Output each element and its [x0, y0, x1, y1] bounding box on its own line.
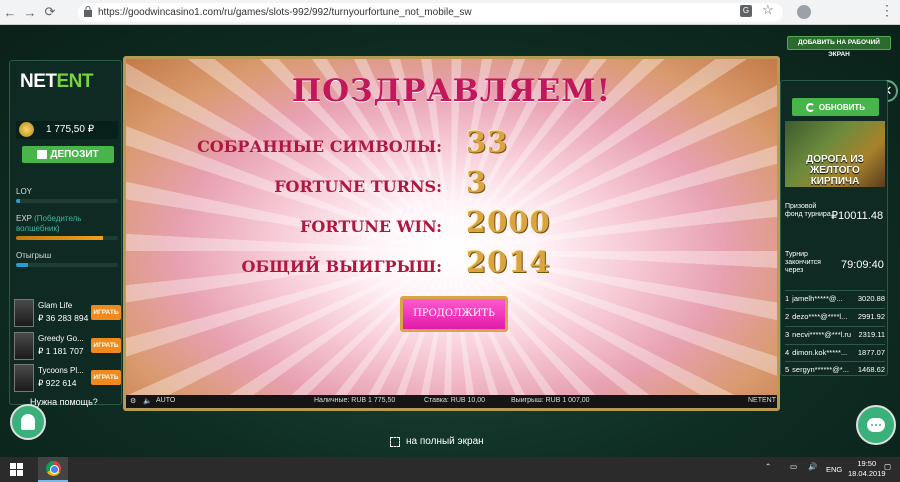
- game-name: Tycoons Pl...: [38, 366, 84, 375]
- leader-row: 2 dezo****@****l... 2991.92: [785, 308, 885, 324]
- game-name: Glam Life: [38, 301, 73, 310]
- leader-row: 4 dimon.kok*****... 1877.07: [785, 344, 885, 360]
- tray-up-icon[interactable]: ⌃: [765, 462, 771, 471]
- stat-value: 2014: [466, 245, 551, 279]
- win-label: Выигрыш: RUB 1 007,00: [511, 397, 590, 404]
- wallet-icon: [37, 150, 48, 159]
- help-link[interactable]: Нужна помощь?: [30, 397, 98, 407]
- browser-toolbar: ← → ⟳ https://goodwincasino1.com/ru/game…: [0, 0, 900, 25]
- game-jackpot: ₽ 922 614: [38, 378, 77, 388]
- forward-icon[interactable]: →: [20, 0, 40, 25]
- game-thumbnail[interactable]: [14, 299, 34, 327]
- game-item: Greedy Go... ₽ 1 181 707 ИГРАТЬ: [13, 331, 121, 361]
- ends-label: Турнир закончится через: [785, 251, 821, 274]
- volume-icon[interactable]: 🔊: [808, 462, 817, 471]
- light-rays: [126, 59, 777, 408]
- bet-label: Ставка: RUB 10,00: [424, 397, 486, 404]
- add-to-desktop-button[interactable]: ДОБАВИТЬ НА РАБОЧИЙ ЭКРАН: [787, 36, 891, 58]
- ends-value: 79:09:40: [841, 259, 884, 271]
- congrats-title: ПОЗДРАВЛЯЕМ!: [291, 73, 612, 109]
- stat-label: СОБРАННЫЕ СИМВОЛЫ:: [197, 137, 442, 156]
- fullscreen-label: на полный экран: [406, 436, 484, 447]
- continue-button[interactable]: ПРОДОЛЖИТЬ: [400, 296, 508, 332]
- game-frame: ПОЗДРАВЛЯЕМ! СОБРАННЫЕ СИМВОЛЫ: 33 FORTU…: [123, 56, 780, 411]
- cash-label: Наличные: RUB 1 775,50: [314, 397, 396, 404]
- play-button[interactable]: ИГРАТЬ: [91, 338, 121, 353]
- exp-label: EXP (Победитель волшебник): [16, 214, 82, 233]
- deposit-button[interactable]: ДЕПОЗИТ: [22, 146, 114, 163]
- reload-icon[interactable]: ⟳: [40, 0, 60, 25]
- profile-avatar[interactable]: [797, 5, 811, 19]
- url-text: https://goodwincasino1.com/ru/games/slot…: [98, 7, 472, 18]
- game-jackpot: ₽ 36 283 894: [38, 313, 89, 323]
- loy-label: LOY: [16, 187, 33, 196]
- back-icon[interactable]: ←: [0, 0, 20, 25]
- notification-bell-icon[interactable]: [10, 404, 46, 440]
- game-thumbnail[interactable]: [14, 332, 34, 360]
- balance-box: 1 775,50 ₽: [16, 121, 118, 139]
- leader-row: 1 jamelh*****@... 3020.88: [785, 290, 885, 306]
- leader-row: 3 necvi*****@***l.ru 2319.11: [785, 326, 885, 342]
- refresh-label: ОБНОВИТЬ: [818, 102, 866, 112]
- leader-row: 5 sergyn******@*... 1468.62: [785, 361, 885, 377]
- game-status-bar: ⚙ 🔈 AUTO Наличные: RUB 1 775,50 Ставка: …: [126, 395, 777, 408]
- chat-icon[interactable]: [856, 405, 896, 445]
- loy-meter: [16, 199, 118, 203]
- refresh-button[interactable]: ОБНОВИТЬ: [792, 98, 879, 116]
- auto-label[interactable]: AUTO: [156, 397, 175, 404]
- prize-label: Призовой фонд турнира: [785, 203, 831, 218]
- bookmark-star-icon[interactable]: ☆: [762, 2, 774, 18]
- game-item: Glam Life ₽ 36 283 894 ИГРАТЬ: [13, 298, 121, 328]
- stat-value: 3: [466, 165, 488, 199]
- balance-value: 1 775,50 ₽: [46, 124, 95, 135]
- tournament-banner[interactable]: ДОРОГА ИЗ ЖЕЛТОГО КИРПИЧА: [785, 121, 885, 187]
- notifications-icon[interactable]: ▢: [884, 462, 891, 471]
- stat-label: ОБЩИЙ ВЫИГРЫШ:: [241, 257, 442, 276]
- right-panel: ОБНОВИТЬ ДОРОГА ИЗ ЖЕЛТОГО КИРПИЧА Призо…: [780, 80, 888, 376]
- play-button[interactable]: ИГРАТЬ: [91, 305, 121, 320]
- game-jackpot: ₽ 1 181 707: [38, 346, 84, 356]
- game-item: Tycoons Pl... ₽ 922 614 ИГРАТЬ: [13, 363, 121, 393]
- wager-label: Отыгрыш: [16, 251, 52, 260]
- game-name: Greedy Go...: [38, 334, 84, 343]
- translate-icon[interactable]: G: [740, 5, 752, 17]
- brand-label: NETENT: [748, 397, 776, 404]
- address-bar[interactable]: https://goodwincasino1.com/ru/games/slot…: [78, 3, 783, 22]
- left-panel: NETENT 1 775,50 ₽ ДЕПОЗИТ LOY EXP (Побед…: [9, 60, 122, 407]
- wager-meter: [16, 263, 118, 267]
- sound-icon[interactable]: 🔈: [143, 397, 152, 405]
- network-icon[interactable]: ▭: [790, 462, 797, 471]
- fullscreen-button[interactable]: на полный экран: [390, 436, 484, 447]
- deposit-label: ДЕПОЗИТ: [50, 149, 99, 160]
- coin-icon: [19, 122, 34, 137]
- tournament-title: ДОРОГА ИЗ ЖЕЛТОГО КИРПИЧА: [806, 154, 864, 187]
- language-indicator[interactable]: ENG: [826, 465, 842, 474]
- game-thumbnail[interactable]: [14, 364, 34, 392]
- windows-start-icon[interactable]: [10, 463, 23, 476]
- lock-icon: [84, 6, 92, 17]
- stat-value: 33: [466, 125, 509, 159]
- chrome-icon: [45, 461, 61, 476]
- prize-value: ₽10011.48: [831, 210, 884, 222]
- browser-menu-icon[interactable]: ⋮: [880, 2, 894, 19]
- settings-icon[interactable]: ⚙: [130, 397, 136, 405]
- taskbar: ⌃ ▭ 🔊 ENG 19:50 18.04.2019 ▢: [0, 457, 900, 482]
- expand-icon: [390, 436, 400, 447]
- refresh-icon: [805, 102, 815, 112]
- exp-meter: [16, 236, 118, 240]
- stat-value: 2000: [466, 205, 551, 239]
- netent-logo: NETENT: [20, 71, 93, 92]
- play-button[interactable]: ИГРАТЬ: [91, 370, 121, 385]
- stat-label: FORTUNE TURNS:: [274, 177, 442, 196]
- clock[interactable]: 19:50 18.04.2019: [848, 459, 886, 479]
- stat-label: FORTUNE WIN:: [300, 217, 442, 236]
- chrome-taskbar-button[interactable]: [38, 457, 68, 482]
